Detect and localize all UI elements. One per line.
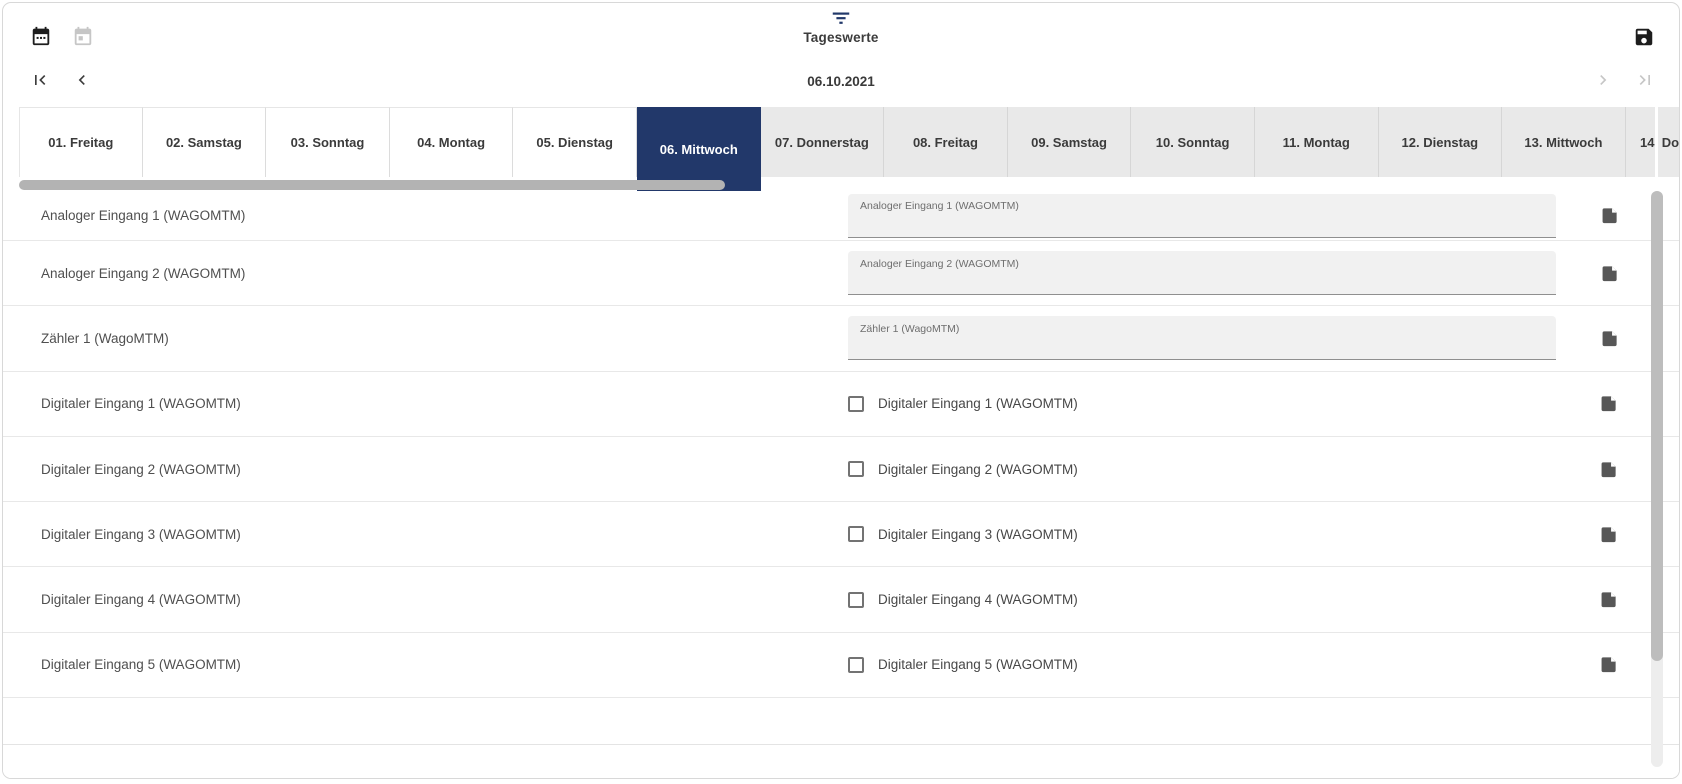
copy-value-button[interactable] xyxy=(1600,329,1619,348)
checkbox-label: Digitaler Eingang 4 (WAGOMTM) xyxy=(878,592,1078,607)
file-icon xyxy=(1600,264,1619,283)
table-row: Digitaler Eingang 1 (WAGOMTM) Digitaler … xyxy=(3,372,1680,437)
row-label: Digitaler Eingang 3 (WAGOMTM) xyxy=(41,527,848,542)
table-row: Digitaler Eingang 5 (WAGOMTM) Digitaler … xyxy=(3,633,1680,698)
vertical-scrollbar-track xyxy=(1651,191,1663,767)
table-row: Digitaler Eingang 4 (WAGOMTM) Digitaler … xyxy=(3,567,1680,632)
table-row: Analoger Eingang 2 (WAGOMTM) xyxy=(3,241,1680,306)
digital-input-4-checkbox[interactable] xyxy=(848,592,864,608)
file-icon xyxy=(1599,655,1618,674)
copy-value-button[interactable] xyxy=(1600,264,1619,283)
tab-04-montag[interactable]: 04. Montag xyxy=(390,107,514,177)
tab-10-sonntag[interactable]: 10. Sonntag xyxy=(1131,107,1255,177)
tab-13-mittwoch[interactable]: 13. Mittwoch xyxy=(1502,107,1626,177)
digital-input-1-checkbox[interactable] xyxy=(848,396,864,412)
filter-button[interactable] xyxy=(830,9,852,27)
horizontal-scrollbar[interactable] xyxy=(19,180,725,190)
file-icon xyxy=(1599,590,1618,609)
row-label: Zähler 1 (WagoMTM) xyxy=(41,331,848,346)
tab-11-montag[interactable]: 11. Montag xyxy=(1255,107,1379,177)
copy-value-button[interactable] xyxy=(1599,394,1618,413)
row-label: Digitaler Eingang 5 (WAGOMTM) xyxy=(41,657,848,672)
file-icon xyxy=(1599,525,1618,544)
digital-input-2-checkbox[interactable] xyxy=(848,461,864,477)
checkbox-label: Digitaler Eingang 2 (WAGOMTM) xyxy=(878,462,1078,477)
checkbox-label: Digitaler Eingang 1 (WAGOMTM) xyxy=(878,396,1078,411)
day-tab-strip: 01. Freitag 02. Samstag 03. Sonntag 04. … xyxy=(19,107,1680,191)
copy-value-button[interactable] xyxy=(1599,590,1618,609)
digital-input-5-checkbox[interactable] xyxy=(848,657,864,673)
selected-date: 06.10.2021 xyxy=(3,74,1679,89)
tab-03-sonntag[interactable]: 03. Sonntag xyxy=(266,107,390,177)
copy-value-button[interactable] xyxy=(1599,460,1618,479)
analog-input-1-field[interactable] xyxy=(848,194,1556,238)
tab-05-dienstag[interactable]: 05. Dienstag xyxy=(513,107,637,177)
tab-02-samstag[interactable]: 02. Samstag xyxy=(143,107,267,177)
page-title: Tageswerte xyxy=(3,30,1679,45)
copy-value-button[interactable] xyxy=(1599,655,1618,674)
analog-input-2-field[interactable] xyxy=(848,251,1556,295)
table-row: Analoger Eingang 1 (WAGOMTM) xyxy=(3,191,1680,241)
file-icon xyxy=(1600,206,1619,225)
table-row: Digitaler Eingang 3 (WAGOMTM) Digitaler … xyxy=(3,502,1680,567)
tab-06-mittwoch-selected[interactable]: 06. Mittwoch xyxy=(637,107,761,191)
save-icon xyxy=(1633,26,1655,48)
tab-strip-gutter xyxy=(1655,107,1658,181)
row-label: Digitaler Eingang 2 (WAGOMTM) xyxy=(41,462,848,477)
checkbox-label: Digitaler Eingang 3 (WAGOMTM) xyxy=(878,527,1078,542)
counter-1-field[interactable] xyxy=(848,316,1556,360)
vertical-scrollbar[interactable] xyxy=(1651,191,1663,661)
copy-value-button[interactable] xyxy=(1600,206,1619,225)
copy-value-button[interactable] xyxy=(1599,525,1618,544)
next-day-button-disabled[interactable] xyxy=(1593,70,1613,90)
file-icon xyxy=(1600,329,1619,348)
table-row: Digitaler Eingang 2 (WAGOMTM) Digitaler … xyxy=(3,437,1680,502)
last-page-icon xyxy=(1635,70,1655,90)
row-label: Analoger Eingang 1 (WAGOMTM) xyxy=(41,208,848,223)
tab-07-donnerstag[interactable]: 07. Donnerstag xyxy=(761,107,885,177)
checkbox-label: Digitaler Eingang 5 (WAGOMTM) xyxy=(878,657,1078,672)
tab-14-donnerstag[interactable]: 14. Donnerstag xyxy=(1626,107,1680,177)
tab-09-samstag[interactable]: 09. Samstag xyxy=(1008,107,1132,177)
save-button[interactable] xyxy=(1633,26,1655,48)
digital-input-3-checkbox[interactable] xyxy=(848,526,864,542)
tab-12-dienstag[interactable]: 12. Dienstag xyxy=(1379,107,1503,177)
tab-01-freitag[interactable]: 01. Freitag xyxy=(19,107,143,177)
bottom-divider xyxy=(3,744,1680,745)
row-label: Digitaler Eingang 1 (WAGOMTM) xyxy=(41,396,848,411)
last-day-button-disabled[interactable] xyxy=(1635,70,1655,90)
file-icon xyxy=(1599,460,1618,479)
filter-icon xyxy=(830,9,852,27)
file-icon xyxy=(1599,394,1618,413)
tageswerte-panel: Tageswerte 06.10.2021 01. Freitag 02. Sa… xyxy=(2,2,1680,779)
tab-08-freitag[interactable]: 08. Freitag xyxy=(884,107,1008,177)
chevron-right-icon xyxy=(1593,70,1613,90)
row-label: Digitaler Eingang 4 (WAGOMTM) xyxy=(41,592,848,607)
values-list: Analoger Eingang 1 (WAGOMTM) Analoger Ei… xyxy=(3,191,1680,778)
row-label: Analoger Eingang 2 (WAGOMTM) xyxy=(41,266,848,281)
table-row: Zähler 1 (WagoMTM) xyxy=(3,306,1680,371)
